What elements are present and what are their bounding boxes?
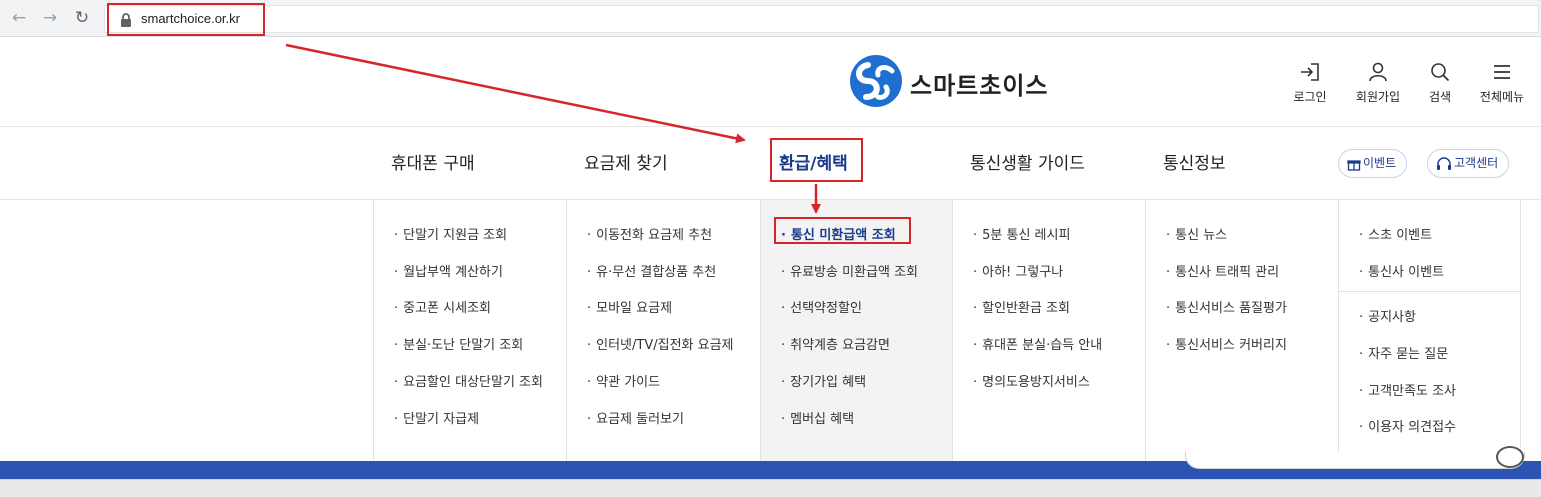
- menu-item[interactable]: 유·무선 결합상품 추천: [587, 261, 716, 280]
- menu-item[interactable]: 요금할인 대상단말기 조회: [394, 371, 543, 390]
- signup-button[interactable]: 회원가입: [1348, 62, 1408, 112]
- menu-item[interactable]: 명의도용방지서비스: [973, 371, 1090, 390]
- menu-item[interactable]: 약관 가이드: [587, 371, 660, 390]
- menu-item[interactable]: 통신서비스 커버리지: [1166, 334, 1287, 353]
- gnb-telecom-info[interactable]: 통신정보: [1163, 149, 1226, 174]
- menu-item[interactable]: 중고폰 시세조회: [394, 297, 491, 316]
- gift-icon: [1347, 159, 1361, 171]
- menu-item[interactable]: 통신 뉴스: [1166, 224, 1227, 243]
- all-menu-button[interactable]: 전체메뉴: [1472, 62, 1532, 112]
- login-icon: [1301, 63, 1319, 81]
- menu-item[interactable]: 단말기 자급제: [394, 408, 479, 427]
- user-icon: [1369, 62, 1387, 82]
- annotation-url-highlight: [107, 3, 265, 36]
- menu-column-events-support: 스초 이벤트 통신사 이벤트 공지사항 자주 묻는 질문 고객만족도 조사 이용…: [1338, 200, 1521, 462]
- hero-search-box[interactable]: [1185, 446, 1525, 469]
- hero-search-icon[interactable]: [1496, 446, 1524, 468]
- menu-item[interactable]: 통신서비스 품질평가: [1166, 297, 1287, 316]
- back-button[interactable]: ←: [8, 7, 30, 29]
- customer-center-button[interactable]: 고객센터: [1427, 149, 1510, 178]
- menu-item[interactable]: 휴대폰 분실·습득 안내: [973, 334, 1102, 353]
- event-button[interactable]: 이벤트: [1338, 149, 1408, 178]
- mega-menu: 단말기 지원금 조회 월납부액 계산하기 중고폰 시세조회 분실·도난 단말기 …: [373, 200, 1521, 462]
- menu-item[interactable]: 공지사항: [1359, 306, 1416, 325]
- menu-item[interactable]: 유료방송 미환급액 조회: [781, 261, 918, 280]
- logo-mark-icon: [850, 55, 902, 107]
- menu-item[interactable]: 멤버십 혜택: [781, 408, 854, 427]
- menu-item[interactable]: 고객만족도 조사: [1359, 380, 1456, 399]
- forward-button[interactable]: →: [39, 7, 61, 29]
- menu-item[interactable]: 아하! 그렇구나: [973, 261, 1063, 280]
- menu-item[interactable]: 인터넷/TV/집전화 요금제: [587, 334, 733, 353]
- menu-item[interactable]: 월납부액 계산하기: [394, 261, 503, 280]
- annotation-menu-highlight: [774, 217, 911, 244]
- login-label: 로그인: [1293, 90, 1327, 104]
- menu-icon: [1494, 65, 1510, 79]
- menu-item[interactable]: 자주 묻는 질문: [1359, 343, 1448, 362]
- reload-button[interactable]: ↻: [71, 7, 93, 29]
- search-label: 검색: [1428, 90, 1452, 104]
- menu-column-telecom-info: 통신 뉴스 통신사 트래픽 관리 통신서비스 품질평가 통신서비스 커버리지: [1145, 200, 1338, 462]
- gnb-find-plan[interactable]: 요금제 찾기: [584, 149, 668, 174]
- menu-item[interactable]: 분실·도난 단말기 조회: [394, 334, 523, 353]
- menu-item[interactable]: 5분 통신 레시피: [973, 224, 1070, 243]
- all-menu-label: 전체메뉴: [1479, 90, 1525, 104]
- menu-item[interactable]: 선택약정할인: [781, 297, 862, 316]
- annotation-gnb-highlight: [770, 138, 863, 182]
- login-button[interactable]: 로그인: [1280, 62, 1340, 112]
- menu-item[interactable]: 이동전화 요금제 추천: [587, 224, 712, 243]
- menu-column-phone-purchase: 단말기 지원금 조회 월납부액 계산하기 중고폰 시세조회 분실·도난 단말기 …: [373, 200, 566, 462]
- signup-label: 회원가입: [1355, 90, 1401, 104]
- site-header: 스마트초이스 로그인 회원가입 검색 전체메뉴: [0, 37, 1541, 127]
- search-button[interactable]: 검색: [1410, 62, 1470, 112]
- menu-item[interactable]: 통신사 트래픽 관리: [1166, 261, 1279, 280]
- menu-column-find-plan: 이동전화 요금제 추천 유·무선 결합상품 추천 모바일 요금제 인터넷/TV/…: [566, 200, 760, 462]
- menu-column-life-guide: 5분 통신 레시피 아하! 그렇구나 할인반환금 조회 휴대폰 분실·습득 안내…: [952, 200, 1145, 462]
- gnb-life-guide[interactable]: 통신생활 가이드: [970, 149, 1085, 174]
- menu-item[interactable]: 장기가입 혜택: [781, 371, 866, 390]
- menu-item[interactable]: 요금제 둘러보기: [587, 408, 684, 427]
- gnb-phone-purchase[interactable]: 휴대폰 구매: [391, 149, 475, 174]
- menu-item[interactable]: 모바일 요금제: [587, 297, 672, 316]
- menu-item[interactable]: 스초 이벤트: [1359, 224, 1432, 243]
- logo-text: 스마트초이스: [910, 72, 1049, 100]
- address-bar[interactable]: smartchoice.or.kr: [104, 5, 1539, 33]
- column-divider: [1339, 291, 1520, 292]
- menu-item[interactable]: 이용자 의견접수: [1359, 416, 1456, 435]
- customer-center-label: 고객센터: [1454, 156, 1499, 170]
- headset-icon: [1437, 156, 1451, 170]
- search-icon: [1431, 63, 1450, 82]
- menu-item[interactable]: 통신사 이벤트: [1359, 261, 1444, 280]
- event-label: 이벤트: [1363, 156, 1397, 170]
- menu-item[interactable]: 취약계층 요금감면: [781, 334, 890, 353]
- menu-item[interactable]: 단말기 지원금 조회: [394, 224, 507, 243]
- site-logo[interactable]: 스마트초이스: [848, 53, 1058, 109]
- window-bottom-edge: [0, 479, 1541, 497]
- menu-item[interactable]: 할인반환금 조회: [973, 297, 1070, 316]
